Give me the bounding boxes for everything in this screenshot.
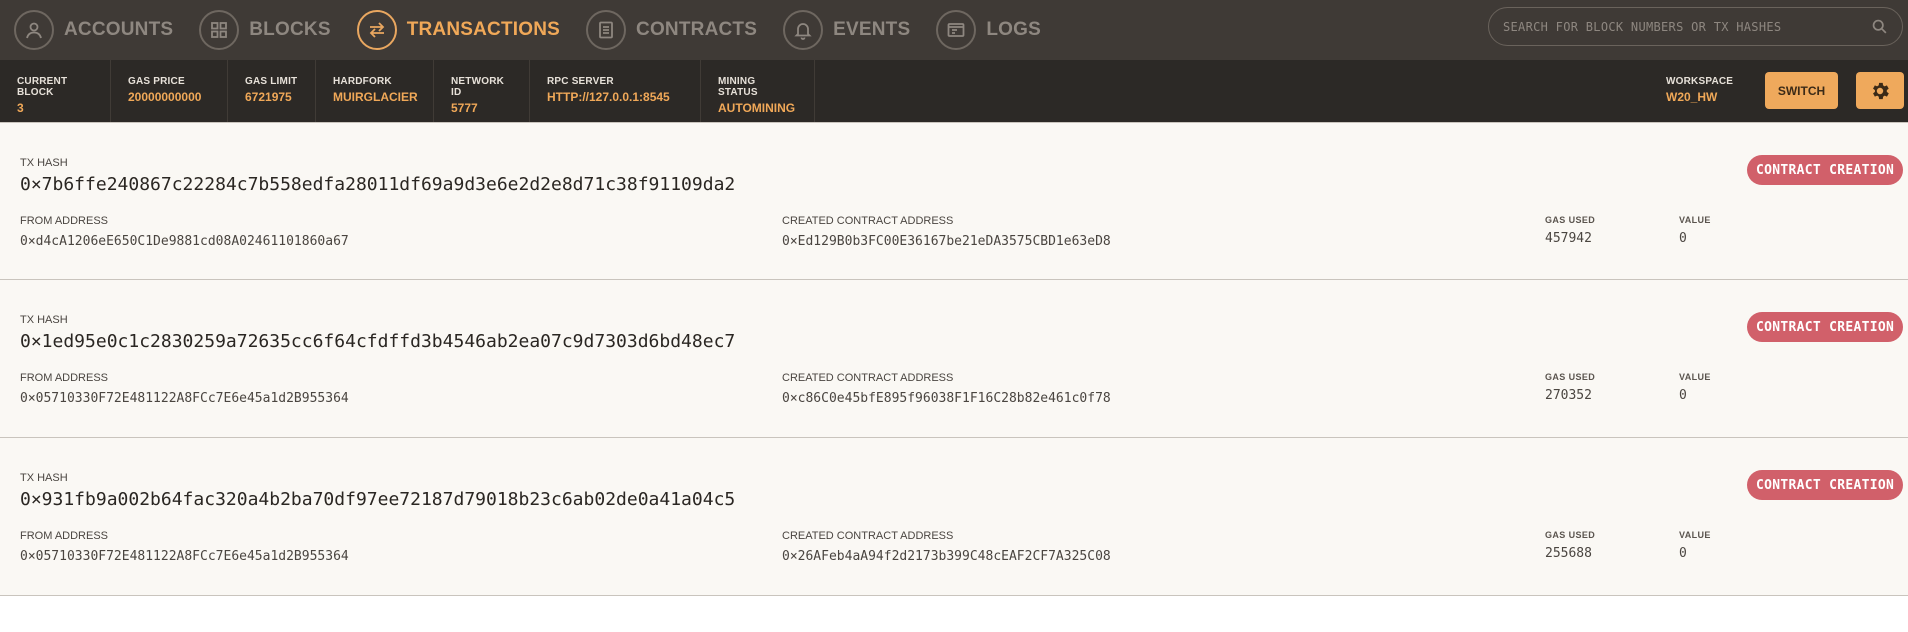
contract-creation-badge: CONTRACT CREATION: [1747, 470, 1904, 500]
gas-used: 270352: [1545, 388, 1592, 403]
created-contract-address: 0×c86C0e45bfE895f96038F1F16C28b82e461c0f…: [782, 391, 1111, 406]
status-bar: CURRENT BLOCK 3 GAS PRICE 20000000000 GA…: [0, 60, 1908, 122]
from-address: 0×05710330F72E481122A8FCc7E6e45a1d2B9553…: [20, 391, 349, 406]
contract-creation-badge: CONTRACT CREATION: [1747, 155, 1904, 185]
value-label: VALUE: [1679, 530, 1711, 540]
nav-transactions-label: TRANSACTIONS: [406, 19, 561, 40]
from-address-label: FROM ADDRESS: [20, 372, 109, 384]
from-address: 0×d4cA1206eE650C1De9881cd08A02461101860a…: [20, 234, 349, 249]
from-address-label: FROM ADDRESS: [20, 530, 109, 542]
network-id: NETWORK ID 5777: [434, 60, 530, 122]
grid-icon: [199, 10, 240, 50]
search-input[interactable]: SEARCH FOR BLOCK NUMBERS OR TX HASHES: [1488, 7, 1903, 46]
value: 0: [1679, 231, 1687, 246]
tx-hash-label: TX HASH: [20, 314, 68, 326]
transaction-row[interactable]: TX HASH 0×7b6ffe240867c22284c7b558edfa28…: [0, 122, 1908, 280]
value: 0: [1679, 546, 1687, 561]
gas-price: GAS PRICE 20000000000: [111, 60, 228, 122]
nav-accounts-label: ACCOUNTS: [64, 19, 174, 40]
tx-hash: 0×931fb9a002b64fac320a4b2ba70df97ee72187…: [20, 489, 736, 510]
rpc-server: RPC SERVER HTTP://127.0.0.1:8545: [530, 60, 701, 122]
tx-hash-label: TX HASH: [20, 472, 68, 484]
nav-events[interactable]: EVENTS: [783, 0, 910, 60]
nav-blocks[interactable]: BLOCKS: [199, 0, 330, 60]
document-icon: [586, 10, 627, 50]
gas-used-label: GAS USED: [1545, 530, 1596, 540]
gas-used: 457942: [1545, 231, 1592, 246]
terminal-icon: [936, 10, 977, 50]
nav-events-label: EVENTS: [833, 19, 911, 40]
gas-used: 255688: [1545, 546, 1592, 561]
gas-used-label: GAS USED: [1545, 372, 1596, 382]
tx-hash: 0×7b6ffe240867c22284c7b558edfa28011df69a…: [20, 174, 736, 195]
tx-hash: 0×1ed95e0c1c2830259a72635cc6f64cfdffd3b4…: [20, 331, 736, 352]
nav-logs[interactable]: LOGS: [936, 0, 1041, 60]
value-label: VALUE: [1679, 372, 1711, 382]
created-contract-address: 0×26AFeb4aA94f2d2173b399C48cEAF2CF7A325C…: [782, 549, 1111, 564]
gas-used-label: GAS USED: [1545, 215, 1596, 225]
search-placeholder: SEARCH FOR BLOCK NUMBERS OR TX HASHES: [1503, 19, 1782, 34]
value-label: VALUE: [1679, 215, 1711, 225]
transaction-row[interactable]: TX HASH 0×1ed95e0c1c2830259a72635cc6f64c…: [0, 280, 1908, 438]
nav-blocks-label: BLOCKS: [249, 19, 331, 40]
gas-limit: GAS LIMIT 6721975: [228, 60, 316, 122]
settings-button[interactable]: [1856, 72, 1904, 109]
from-address-label: FROM ADDRESS: [20, 215, 109, 227]
mining-status: MINING STATUS AUTOMINING: [701, 60, 815, 122]
top-navigation: ACCOUNTS BLOCKS TRANSACTIONS CONTRACTS E…: [0, 0, 1908, 60]
nav-contracts-label: CONTRACTS: [636, 19, 758, 40]
created-contract-label: CREATED CONTRACT ADDRESS: [782, 530, 954, 542]
bell-icon: [783, 10, 824, 50]
swap-icon: [356, 10, 397, 50]
workspace: WORKSPACE W20_HW: [1666, 76, 1734, 104]
created-contract-address: 0×Ed129B0b3FC00E36167be21eDA3575CBD1e63e…: [782, 234, 1111, 249]
tx-hash-label: TX HASH: [20, 157, 68, 169]
gear-icon: [1873, 82, 1889, 99]
hardfork: HARDFORK MUIRGLACIER: [316, 60, 434, 122]
transactions-list: TX HASH 0×7b6ffe240867c22284c7b558edfa28…: [0, 122, 1908, 596]
nav-logs-label: LOGS: [986, 19, 1041, 40]
from-address: 0×05710330F72E481122A8FCc7E6e45a1d2B9553…: [20, 549, 349, 564]
contract-creation-badge: CONTRACT CREATION: [1747, 312, 1904, 342]
nav-transactions[interactable]: TRANSACTIONS: [356, 0, 561, 60]
user-icon: [14, 10, 54, 50]
transaction-row[interactable]: TX HASH 0×931fb9a002b64fac320a4b2ba70df9…: [0, 438, 1908, 596]
nav-contracts[interactable]: CONTRACTS: [586, 0, 757, 60]
created-contract-label: CREATED CONTRACT ADDRESS: [782, 372, 954, 384]
value: 0: [1679, 388, 1687, 403]
search-icon: [1872, 19, 1887, 34]
created-contract-label: CREATED CONTRACT ADDRESS: [782, 215, 954, 227]
current-block: CURRENT BLOCK 3: [0, 60, 111, 122]
nav-accounts[interactable]: ACCOUNTS: [14, 0, 173, 60]
switch-button[interactable]: SWITCH: [1765, 72, 1838, 109]
